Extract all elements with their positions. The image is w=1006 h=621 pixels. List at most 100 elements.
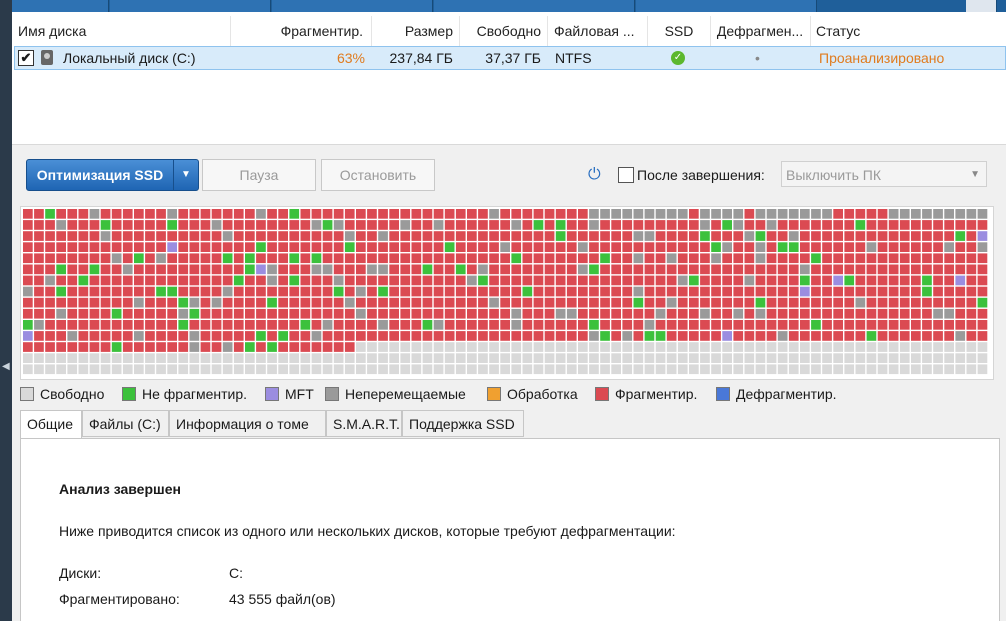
cluster-block [433,342,444,352]
cluster-block [278,308,288,319]
cluster-block [655,308,666,319]
cluster-block [633,231,644,241]
stop-button[interactable]: Остановить [321,159,435,191]
col-defrag[interactable]: Дефрагмен... [710,16,811,46]
cluster-block [522,286,533,297]
cluster-block [278,220,288,230]
cluster-block [700,242,710,252]
pause-button[interactable]: Пауза [202,159,316,191]
cluster-block [45,308,55,319]
cluster-block [777,331,788,341]
cluster-block [555,264,566,275]
legend-label: MFT [285,386,314,402]
cluster-block [600,220,610,230]
top-tab[interactable] [110,0,271,12]
cluster-block [966,342,977,352]
cluster-block [178,275,189,286]
cluster-block [511,353,522,363]
cluster-block [888,242,899,252]
cluster-block [644,364,655,375]
cluster-block [89,209,100,219]
col-disk-name[interactable]: Имя диска [18,16,231,46]
cluster-block [389,253,399,264]
cluster-block [722,264,732,275]
cluster-block [400,253,411,264]
cluster-block [955,242,966,252]
cluster-block [855,364,866,375]
cluster-block [23,220,33,230]
col-free[interactable]: Свободно [460,16,548,46]
cluster-block [89,231,100,241]
cluster-block [311,308,322,319]
tab-smart[interactable]: S.M.A.R.T. [326,410,402,437]
cluster-block [933,275,943,286]
cluster-block [711,264,721,275]
cluster-block [622,297,633,308]
cluster-block [888,297,899,308]
cluster-block [578,209,588,219]
col-status[interactable]: Статус [810,16,1006,46]
optimize-dropdown-button[interactable]: ▼ [173,159,199,191]
cluster-block [977,286,988,297]
collapse-arrow-icon[interactable]: ◀ [2,360,10,374]
cluster-block [800,308,810,319]
col-filesystem[interactable]: Файловая ... [548,16,648,46]
after-completion-checkbox[interactable] [618,167,634,183]
cluster-block [677,231,688,241]
cluster-map [20,206,994,380]
cluster-block [23,242,33,252]
cluster-block [100,264,111,275]
cluster-block [400,308,411,319]
tab-volume-info[interactable]: Информация о томе [169,410,326,437]
cluster-block [167,308,177,319]
cluster-block [689,297,699,308]
cluster-block [677,308,688,319]
top-tab[interactable] [636,0,817,12]
cluster-block [633,253,644,264]
disk-row[interactable]: ✔ Локальный диск (C:) 63% 237,84 ГБ 37,3… [14,46,1006,70]
power-schedule-icon[interactable]: ⏻ [588,166,606,184]
disk-checkbox[interactable]: ✔ [18,50,34,66]
after-completion-select[interactable]: Выключить ПК ▼ [781,161,987,187]
tab-general[interactable]: Общие [20,410,82,439]
cluster-block [522,264,533,275]
tab-ssd-support[interactable]: Поддержка SSD [402,410,524,437]
cluster-block [566,286,577,297]
cluster-block [822,353,832,363]
cluster-block [589,242,599,252]
cluster-block [145,275,155,286]
cluster-block [922,331,932,341]
tab-files[interactable]: Файлы (C:) [82,410,169,437]
cluster-block [788,209,799,219]
col-fragmentation[interactable]: Фрагментир. [230,16,372,46]
top-tab[interactable] [966,0,997,12]
disk-name: Локальный диск (C:) [63,50,196,66]
cluster-block [356,342,366,352]
top-tab[interactable] [272,0,433,12]
cluster-block [811,331,821,341]
cluster-block [34,364,44,375]
analysis-description: Ниже приводится список из одного или нес… [59,523,676,539]
cluster-block [422,353,433,363]
cluster-block [677,264,688,275]
cluster-block [444,275,455,286]
cluster-block [822,275,832,286]
cluster-block [966,308,977,319]
top-tab[interactable] [12,0,109,12]
cluster-block [67,342,78,352]
col-ssd[interactable]: SSD [648,16,711,46]
cluster-block [888,286,899,297]
cluster-block [977,253,988,264]
col-size[interactable]: Размер [372,16,460,46]
cluster-block [322,342,333,352]
cluster-block [222,220,233,230]
optimize-ssd-button[interactable]: Оптимизация SSD [26,159,174,191]
cluster-block [245,275,255,286]
top-tab[interactable] [434,0,635,12]
cluster-block [511,320,522,330]
cluster-block [522,342,533,352]
cluster-block [233,320,244,330]
cluster-block [444,286,455,297]
cluster-block [888,220,899,230]
cluster-block [788,275,799,286]
